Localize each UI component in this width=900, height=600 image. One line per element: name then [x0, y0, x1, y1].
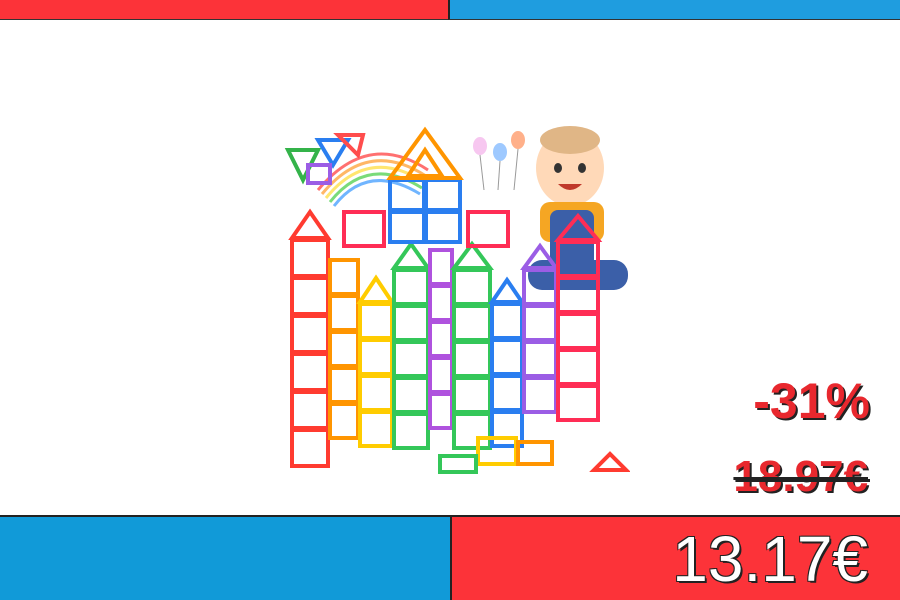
top-blue-bar: [448, 0, 900, 20]
bottom-blue-bar: [0, 515, 450, 600]
old-price: 18.97€: [733, 452, 868, 501]
new-price: 13.17€: [672, 523, 868, 595]
discount-label: -31%: [753, 373, 870, 429]
product-image: [284, 126, 630, 474]
top-red-bar: [0, 0, 448, 20]
